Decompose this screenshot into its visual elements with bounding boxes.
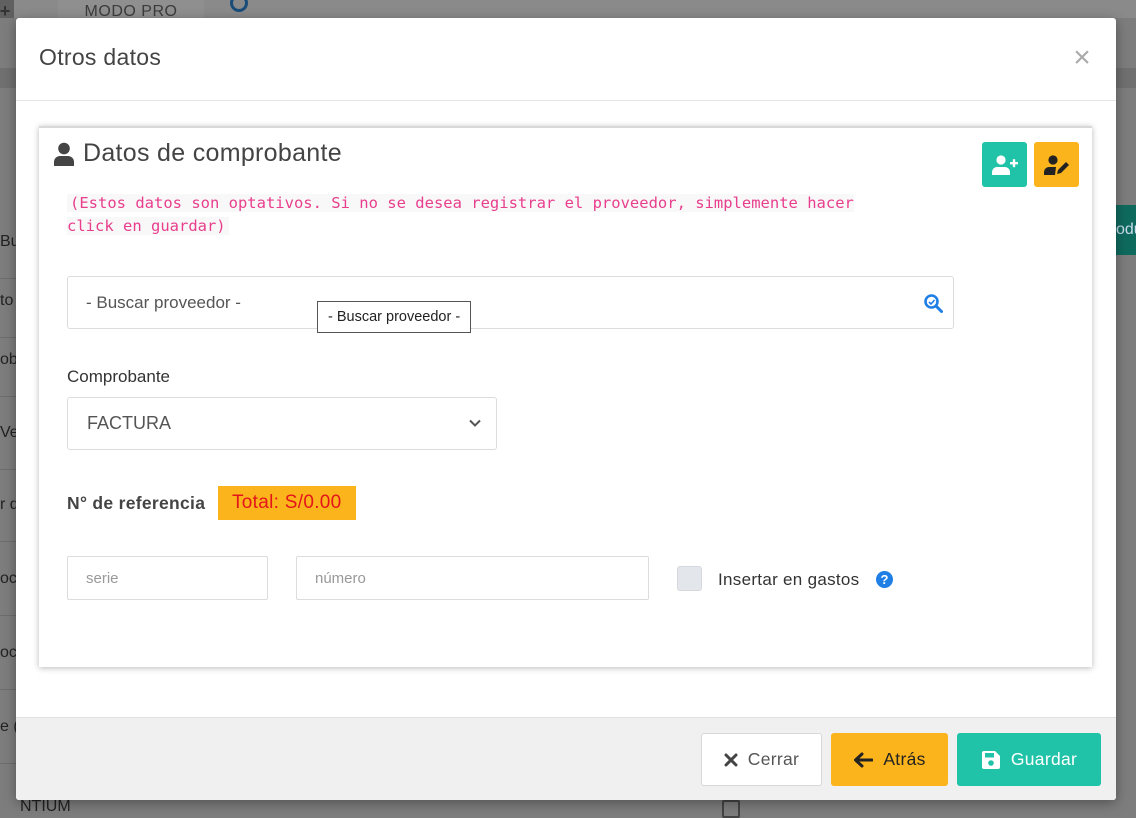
close-x-icon [724, 753, 738, 766]
card-title-text: Datos de comprobante [83, 139, 342, 167]
save-button[interactable]: Guardar [957, 733, 1101, 786]
modal-body: Datos de comprobante (Estos datos son op… [16, 101, 1116, 717]
modal-header: Otros datos × [16, 18, 1116, 101]
voucher-label: Comprobante [67, 367, 171, 386]
background-plus-icon: + [0, 0, 14, 18]
close-button[interactable]: Cerrar [701, 733, 822, 786]
help-icon[interactable]: ? [876, 571, 893, 588]
supplier-search-input[interactable] [68, 277, 908, 328]
close-icon[interactable]: × [1068, 43, 1096, 73]
back-button-label: Atrás [883, 749, 926, 769]
user-edit-icon [1043, 154, 1069, 175]
user-icon [54, 142, 74, 166]
total-badge: Total: S/0.00 [218, 486, 356, 520]
modal-footer: Cerrar Atrás Guardar [16, 717, 1116, 800]
supplier-search [67, 276, 954, 329]
search-icon[interactable] [923, 293, 943, 313]
optional-data-note: (Estos datos son optativos. Si no se des… [67, 194, 854, 235]
voucher-card: Datos de comprobante (Estos datos son op… [39, 126, 1092, 667]
card-title: Datos de comprobante [53, 139, 342, 168]
close-button-label: Cerrar [747, 749, 800, 769]
background-tab-modo-pro: MODO PRO [58, 0, 204, 18]
background-edit-icon [722, 800, 740, 818]
insert-expenses-label: Insertar en gastos [718, 570, 860, 589]
chevron-down-icon [469, 419, 481, 427]
insert-expenses-checkbox[interactable] [677, 566, 702, 591]
number-input[interactable] [296, 556, 649, 600]
reference-label: N° de referencia [67, 493, 206, 513]
supplier-search-tooltip: - Buscar proveedor - [317, 301, 472, 333]
edit-supplier-button[interactable] [1034, 142, 1079, 187]
background-green-button: odu [1116, 205, 1136, 255]
otros-datos-modal: Otros datos × Datos de comprobante (Esto… [16, 18, 1116, 800]
modal-title: Otros datos [39, 44, 162, 70]
add-supplier-button[interactable] [982, 142, 1027, 187]
arrow-left-icon [854, 752, 874, 767]
save-button-label: Guardar [1010, 749, 1078, 769]
series-input[interactable] [67, 556, 268, 600]
back-button[interactable]: Atrás [831, 733, 948, 786]
save-icon [981, 750, 1000, 769]
voucher-select-value: FACTURA [87, 413, 172, 433]
user-plus-icon [991, 154, 1018, 175]
voucher-select[interactable]: FACTURA [67, 397, 497, 450]
background-bottom-text: NTIUM [20, 800, 71, 815]
